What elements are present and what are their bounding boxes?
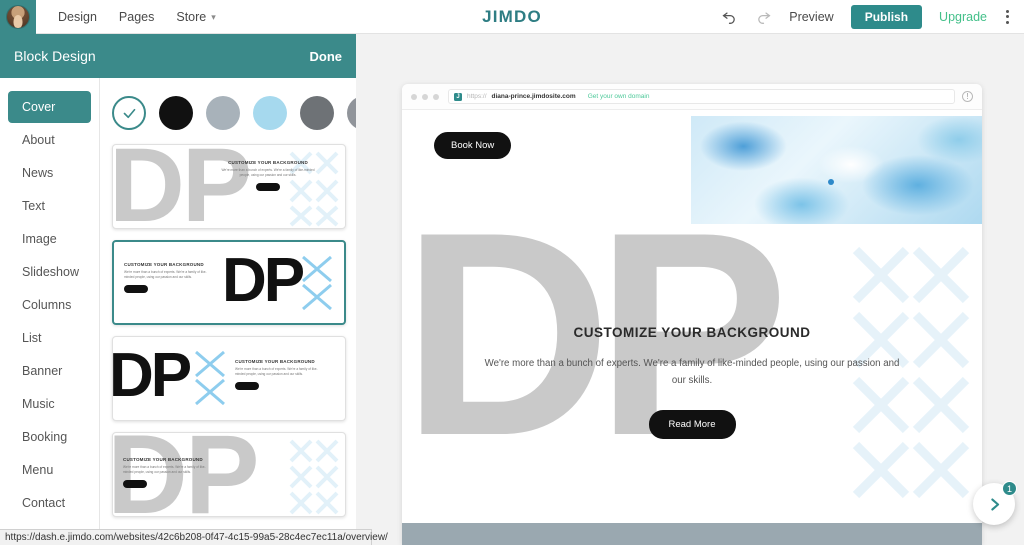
image-speck (827, 178, 834, 185)
get-own-domain-link[interactable]: Get your own domain (588, 93, 650, 100)
main-nav: Design Pages Store ▾ (58, 10, 216, 24)
jimdo-editor-app: Design Pages Store ▾ JIMDO Preview Publis… (0, 0, 1024, 545)
sidebar-item-list[interactable]: List (8, 322, 91, 354)
swatch-light-gray-blue[interactable] (206, 96, 240, 130)
thumb-body: We're more than a bunch of experts. We'r… (235, 367, 318, 376)
hero-watercolor-image (691, 116, 982, 224)
sidebar-item-contact[interactable]: Contact (8, 487, 91, 519)
layout-gray-dp-left-text-center[interactable]: DP CUSTOMIZE YOUR BACKGROUND We're more … (112, 144, 346, 229)
thumb-body: We're more than a bunch of experts. We'r… (221, 168, 315, 177)
panel-header: Block Design Done (0, 34, 356, 78)
sidebar-item-menu[interactable]: Menu (8, 454, 91, 486)
thumb-cta-button (124, 284, 148, 293)
swatch-light-blue[interactable] (253, 96, 287, 130)
layout-black-dp-left-text-right[interactable]: DP CUSTOMIZE YOUR BACKGROUND We're more … (112, 336, 346, 421)
swatch-dark-gray[interactable] (300, 96, 334, 130)
thumb-initials: DP (112, 341, 192, 410)
toolbar-actions: Preview Publish Upgrade (721, 4, 1024, 29)
nav-item-design[interactable]: Design (58, 10, 97, 24)
info-icon[interactable]: ! (962, 91, 973, 102)
thumb-heading: CUSTOMIZE YOUR BACKGROUND (124, 262, 204, 267)
browser-chrome: J https:// diana-prince.jimdosite.com Ge… (402, 84, 982, 110)
browser-status-bar: https://dash.e.jimdo.com/websites/42c6b2… (0, 529, 388, 545)
jimdo-favicon-icon: J (454, 92, 462, 101)
layout-gray-dp-overlay-text-left[interactable]: DP CUSTOMIZE YOUR BACKGROUND We're more … (112, 432, 346, 517)
swatch-black[interactable] (159, 96, 193, 130)
window-dots (411, 93, 439, 100)
sidebar-item-about[interactable]: About (8, 124, 91, 156)
x-pattern-icon (289, 439, 339, 515)
panel-title: Block Design (14, 48, 96, 64)
nav-item-design-label: Design (58, 9, 97, 24)
sidebar-item-slideshow[interactable]: Slideshow (8, 256, 91, 288)
color-swatch-row (100, 88, 356, 144)
sidebar-item-text[interactable]: Text (8, 190, 91, 222)
chevron-right-icon (990, 497, 999, 511)
hero-heading: CUSTOMIZE YOUR BACKGROUND (573, 325, 811, 340)
layout-text-left-black-dp-right[interactable]: CUSTOMIZE YOUR BACKGROUND We're more tha… (112, 240, 346, 325)
thumb-heading: CUSTOMIZE YOUR BACKGROUND (228, 160, 308, 165)
avatar-container[interactable] (0, 0, 36, 34)
sidebar-item-music[interactable]: Music (8, 388, 91, 420)
address-bar[interactable]: J https:// diana-prince.jimdosite.com Ge… (448, 89, 955, 104)
chevron-down-icon: ▾ (211, 11, 216, 22)
url-host: diana-prince.jimdosite.com (491, 93, 576, 100)
read-more-button[interactable]: Read More (648, 409, 736, 439)
sidebar-item-columns[interactable]: Columns (8, 289, 91, 321)
avatar[interactable] (6, 4, 30, 29)
sidebar-item-news[interactable]: News (8, 157, 91, 189)
upgrade-link[interactable]: Upgrade (939, 10, 987, 24)
site-canvas: DP Book Now CUSTOMIZE YOUR BACKGROUND We… (402, 110, 982, 545)
redo-icon[interactable] (755, 8, 772, 25)
nav-item-pages-label: Pages (118, 9, 155, 24)
hero-body-text: We're more than a bunch of experts. We'r… (484, 358, 900, 386)
preview-stage: J https:// diana-prince.jimdosite.com Ge… (356, 34, 1024, 545)
x-pattern-icon (195, 350, 225, 406)
nav-item-pages[interactable]: Pages (119, 10, 154, 24)
swatch-medium-gray[interactable] (347, 96, 356, 130)
panel-content: DP CUSTOMIZE YOUR BACKGROUND We're more … (100, 78, 356, 545)
book-now-button[interactable]: Book Now (434, 132, 512, 159)
thumb-initials: DP (222, 246, 305, 315)
sidebar-item-booking[interactable]: Booking (8, 421, 91, 453)
url-protocol: https:// (467, 93, 487, 100)
x-pattern-icon (302, 255, 332, 311)
check-icon (123, 108, 135, 118)
thumb-heading: CUSTOMIZE YOUR BACKGROUND (123, 457, 203, 462)
hero-copy: CUSTOMIZE YOUR BACKGROUND We're more tha… (402, 325, 982, 439)
site-footer-bar (402, 523, 982, 545)
sidebar-item-banner[interactable]: Banner (8, 355, 91, 387)
thumb-cta-button (123, 479, 147, 488)
block-design-panel: Block Design Done Cover About News Text … (0, 34, 356, 545)
thumb-body: We're more than a bunch of experts. We'r… (124, 270, 207, 279)
notification-badge: 1 (1002, 481, 1017, 496)
layout-thumbnail-list: DP CUSTOMIZE YOUR BACKGROUND We're more … (100, 144, 356, 517)
thumb-heading: CUSTOMIZE YOUR BACKGROUND (235, 359, 315, 364)
nav-item-store-label: Store (176, 9, 207, 24)
sidebar-item-image[interactable]: Image (8, 223, 91, 255)
thumb-cta-button (235, 381, 259, 390)
nav-item-store[interactable]: Store ▾ (176, 10, 215, 24)
sidebar-item-cover[interactable]: Cover (8, 91, 91, 123)
block-type-sidebar: Cover About News Text Image Slideshow Co… (0, 78, 100, 545)
status-bar-url: https://dash.e.jimdo.com/websites/42c6b2… (5, 532, 388, 543)
done-button[interactable]: Done (310, 49, 343, 64)
thumb-body: We're more than a bunch of experts. We'r… (123, 465, 206, 474)
thumb-cta-button (256, 182, 280, 191)
publish-button[interactable]: Publish (850, 4, 923, 29)
swatch-selected-check[interactable] (112, 96, 146, 130)
panel-body: Cover About News Text Image Slideshow Co… (0, 78, 356, 545)
preview-button[interactable]: Preview (789, 10, 833, 24)
top-toolbar: Design Pages Store ▾ JIMDO Preview Publis… (0, 0, 1024, 34)
help-assistant-button[interactable]: 1 (973, 481, 1017, 525)
kebab-menu-icon[interactable] (1004, 8, 1011, 26)
undo-icon[interactable] (721, 8, 738, 25)
site-preview-browser: J https:// diana-prince.jimdosite.com Ge… (402, 84, 982, 545)
